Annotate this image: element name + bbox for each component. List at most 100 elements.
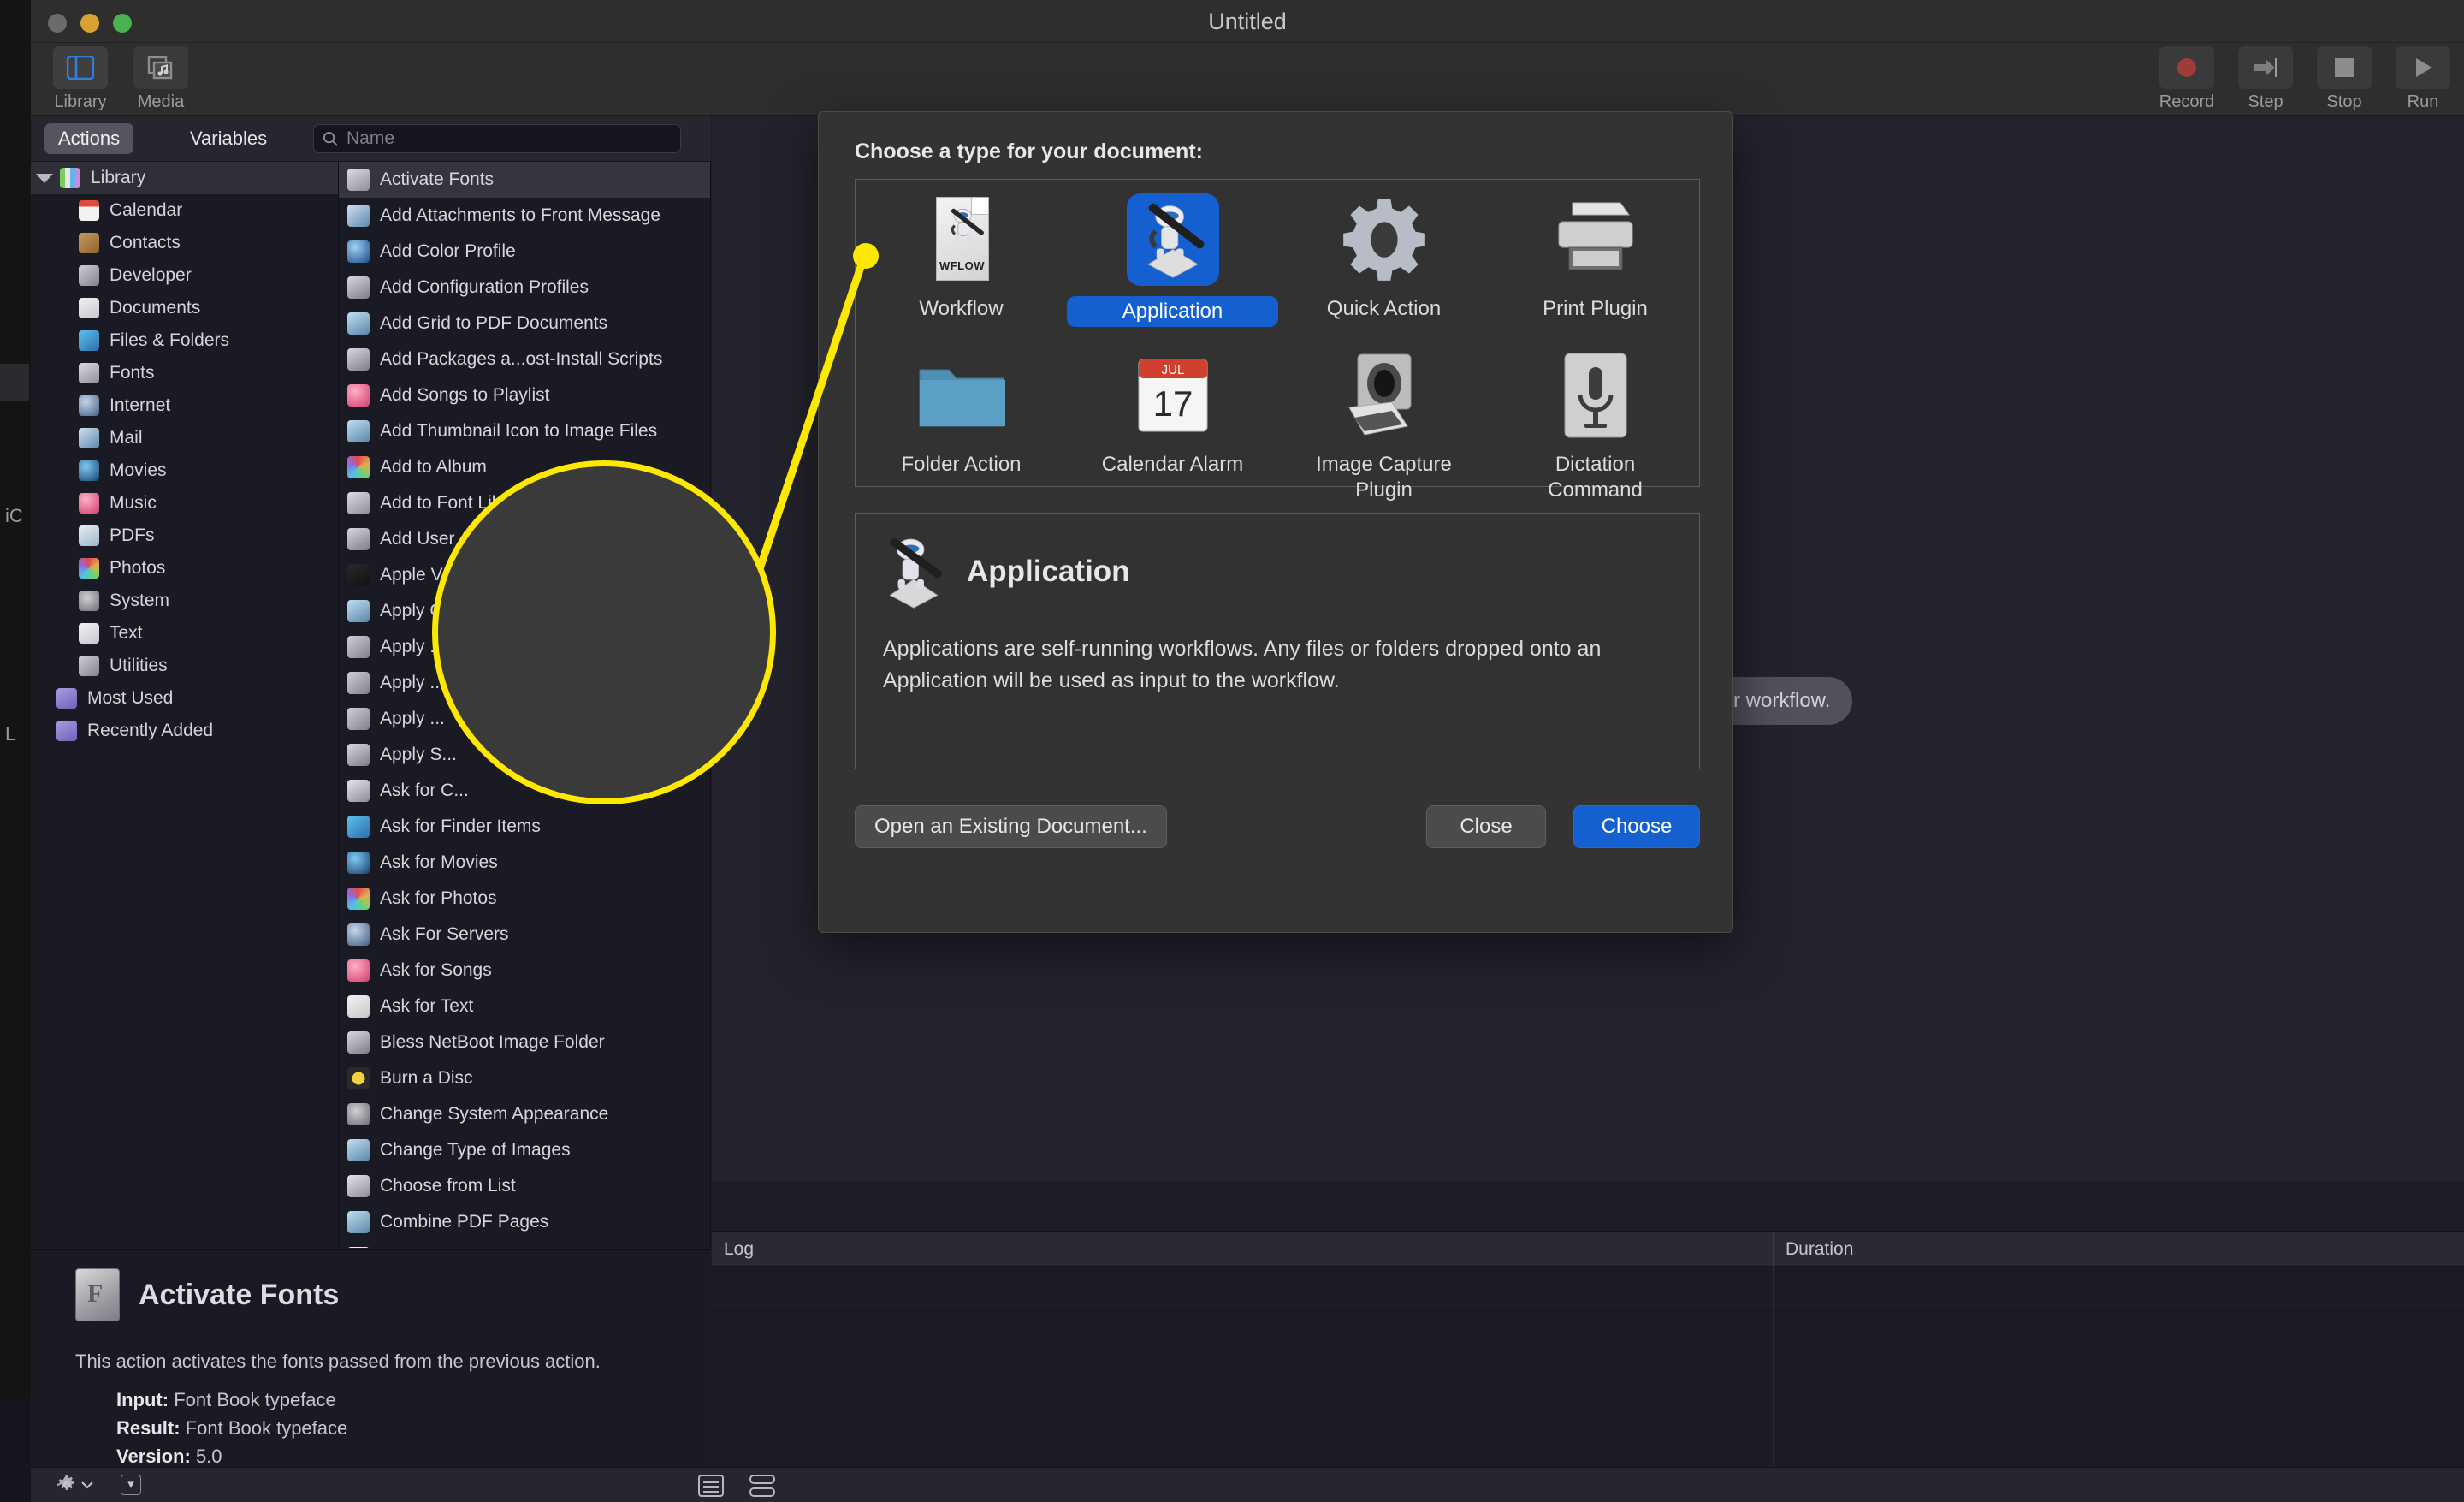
document-type-folder-action[interactable]: Folder Action <box>856 347 1067 478</box>
document-type-image-capture-plugin[interactable]: Image Capture Plugin <box>1278 347 1490 503</box>
sidebar-item-calendar[interactable]: Calendar <box>31 194 338 227</box>
photos-icon <box>79 558 99 579</box>
actions-list[interactable]: Activate Fonts Add Attachments to Front M… <box>339 162 711 1248</box>
sidebar-item-fonts[interactable]: Fonts <box>31 357 338 389</box>
burn-icon <box>347 1067 370 1089</box>
list-item[interactable]: Add Songs to Playlist <box>339 377 710 413</box>
sidebar-item-recently-added[interactable]: Recently Added <box>31 715 338 747</box>
toolbar-run-button[interactable]: Run <box>2382 46 2464 112</box>
tab-actions[interactable]: Actions <box>44 123 134 154</box>
log-column-header[interactable]: Log <box>724 1239 754 1260</box>
list-item[interactable]: Burn a Disc <box>339 1060 710 1096</box>
list-item[interactable]: Add Packages a...ost-Install Scripts <box>339 341 710 377</box>
list-item[interactable]: Add to Font Library <box>339 485 710 521</box>
toolbar-stop-button[interactable]: Stop <box>2303 46 2385 112</box>
toolbar-record-button[interactable]: Record <box>2146 46 2228 112</box>
gear-icon <box>1336 192 1432 288</box>
sidebar-item-files-folders[interactable]: Files & Folders <box>31 324 338 357</box>
document-type-workflow[interactable]: WFLOW Workflow <box>856 192 1067 322</box>
list-item[interactable]: Add Color Profile <box>339 234 710 270</box>
list-item[interactable]: Apply ... <box>339 701 710 737</box>
smart-folder-icon <box>56 688 77 709</box>
search-field[interactable] <box>313 124 681 153</box>
toolbar-library-button[interactable]: Library <box>39 46 121 112</box>
list-item[interactable]: Change System Appearance <box>339 1096 710 1132</box>
list-item[interactable]: Activate Fonts <box>339 162 710 198</box>
gear-menu-button[interactable] <box>56 1475 93 1495</box>
search-input[interactable] <box>346 125 672 152</box>
document-type-label-wrap: Print Plugin <box>1490 296 1701 322</box>
toolbar-media-button[interactable]: Media <box>120 46 202 112</box>
duration-column-header[interactable]: Duration <box>1786 1239 1853 1260</box>
list-item[interactable]: Choose from List <box>339 1168 710 1204</box>
sidebar-item-label: Most Used <box>87 688 174 708</box>
log-column-divider[interactable] <box>1773 1232 1774 1267</box>
sidebar-item-utilities[interactable]: Utilities <box>31 650 338 682</box>
sidebar-item-photos[interactable]: Photos <box>31 552 338 585</box>
sidebar-item-mail[interactable]: Mail <box>31 422 338 454</box>
sidebar-item-most-used[interactable]: Most Used <box>31 682 338 715</box>
toolbar-library-label: Library <box>54 92 107 111</box>
list-item[interactable]: Apply S... <box>339 737 710 773</box>
close-button[interactable]: Close <box>1426 805 1546 848</box>
sidebar-item-label: Calendar <box>110 200 183 220</box>
list-item[interactable]: Ask for Photos <box>339 881 710 917</box>
list-item[interactable]: Add Configuration Profiles <box>339 270 710 306</box>
library-header-row[interactable]: Library <box>31 162 338 194</box>
disclosure-button[interactable]: ▾ <box>121 1475 141 1495</box>
document-type-application[interactable]: Application <box>1067 192 1278 327</box>
document-type-print-plugin[interactable]: Print Plugin <box>1490 192 1701 322</box>
list-view-toggle[interactable] <box>698 1475 724 1497</box>
list-item[interactable]: Ask For Servers <box>339 917 710 953</box>
choose-button[interactable]: Choose <box>1573 805 1700 848</box>
library-category-list[interactable]: Library Calendar Contacts Developer Documen… <box>31 162 339 1248</box>
list-item[interactable]: Add to Album <box>339 449 710 485</box>
split-view-toggle[interactable] <box>749 1475 775 1497</box>
sidebar-item-internet[interactable]: Internet <box>31 389 338 422</box>
list-item[interactable]: Combine PDF Pages <box>339 1204 710 1240</box>
list-item[interactable]: Apple Ve... <box>339 557 710 593</box>
list-item[interactable]: Add User Accounts <box>339 521 710 557</box>
list-item[interactable]: Ask for Finder Items <box>339 809 710 845</box>
toolbar-step-label: Step <box>2248 92 2283 111</box>
sidebar-item-text[interactable]: Text <box>31 617 338 650</box>
wflow-badge: WFLOW <box>939 259 986 272</box>
sidebar-item-pdfs[interactable]: PDFs <box>31 519 338 552</box>
toolbar-stop-label: Stop <box>2326 92 2362 111</box>
list-item[interactable]: Combine Text Files <box>339 1240 710 1248</box>
list-item[interactable]: Apply C... <box>339 593 710 629</box>
list-item[interactable]: Change Type of Images <box>339 1132 710 1168</box>
list-item[interactable]: Ask for C... <box>339 773 710 809</box>
log-table-body[interactable] <box>712 1267 2464 1467</box>
background-window[interactable]: iC L <box>0 0 31 1399</box>
toolbar-step-button[interactable]: Step <box>2224 46 2307 112</box>
action-label: Apply C... <box>380 601 459 620</box>
document-type-dictation-command[interactable]: Dictation Command <box>1490 347 1701 503</box>
list-item[interactable]: Ask for Movies <box>339 845 710 881</box>
list-item[interactable]: Add Thumbnail Icon to Image Files <box>339 413 710 449</box>
document-type-label-wrap: Image Capture Plugin <box>1278 452 1490 503</box>
sidebar-item-music[interactable]: Music <box>31 487 338 519</box>
sidebar-item-documents[interactable]: Documents <box>31 292 338 324</box>
list-item[interactable]: Apply ... <box>339 665 710 701</box>
open-existing-document-button[interactable]: Open an Existing Document... <box>855 805 1167 848</box>
document-type-quick-action[interactable]: Quick Action <box>1278 192 1490 322</box>
chevron-down-icon[interactable] <box>36 173 53 183</box>
type-description-box: Application Applications are self-runnin… <box>855 513 1700 769</box>
list-item[interactable]: Add Grid to PDF Documents <box>339 306 710 341</box>
sidebar-item-movies[interactable]: Movies <box>31 454 338 487</box>
action-info-input-row: Input: Font Book typeface <box>116 1389 336 1411</box>
text-icon <box>79 623 99 644</box>
list-item[interactable]: Ask for Text <box>339 988 710 1024</box>
sidebar-item-contacts[interactable]: Contacts <box>31 227 338 259</box>
document-type-label: Calendar Alarm <box>1101 453 1244 476</box>
list-item[interactable]: Bless NetBoot Image Folder <box>339 1024 710 1060</box>
list-item[interactable]: Ask for Songs <box>339 953 710 988</box>
document-type-calendar-alarm[interactable]: JUL 17 Calendar Alarm <box>1067 347 1278 478</box>
list-item[interactable]: Add Attachments to Front Message <box>339 198 710 234</box>
sidebar-item-developer[interactable]: Developer <box>31 259 338 292</box>
sidebar-item-system[interactable]: System <box>31 585 338 617</box>
list-item[interactable]: Apply ... <box>339 629 710 665</box>
tab-variables[interactable]: Variables <box>176 123 281 154</box>
document-type-label: Quick Action <box>1326 297 1442 320</box>
